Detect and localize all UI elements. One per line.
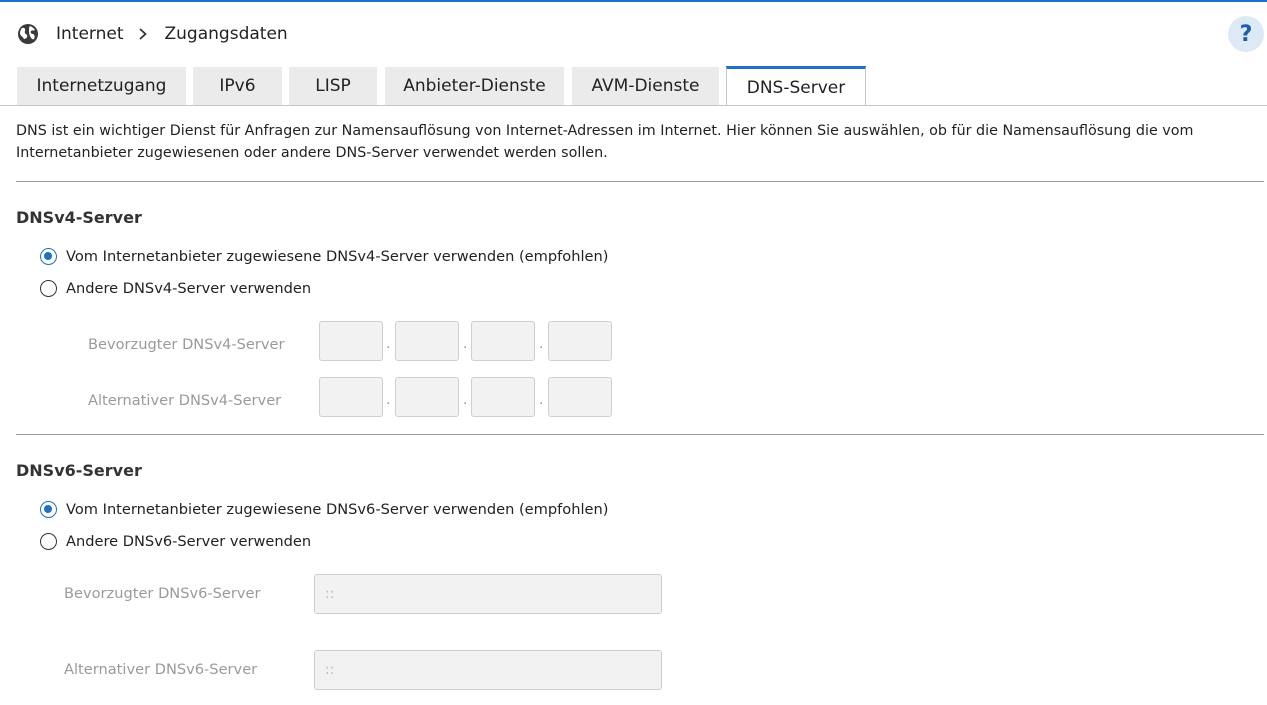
tab-underline bbox=[0, 105, 1267, 106]
divider bbox=[16, 434, 1264, 435]
dnsv4-provider-radio[interactable] bbox=[40, 248, 57, 265]
breadcrumb-section[interactable]: Internet bbox=[56, 24, 124, 44]
octet-separator: . bbox=[386, 336, 391, 352]
tab-avm-dienste[interactable]: AVM-Dienste bbox=[572, 67, 719, 105]
top-accent-line bbox=[0, 0, 1267, 2]
divider bbox=[16, 181, 1264, 182]
dnsv6-other-radio[interactable] bbox=[40, 533, 57, 550]
chevron-right-icon bbox=[137, 27, 149, 41]
octet-separator: . bbox=[539, 336, 544, 352]
octet-separator: . bbox=[539, 392, 544, 408]
dnsv4-preferred-octet-4[interactable] bbox=[548, 321, 612, 361]
dnsv6-option-provider[interactable]: Vom Internetanbieter zugewiesene DNSv6-S… bbox=[40, 501, 608, 518]
dnsv6-title: DNSv6-Server bbox=[16, 461, 142, 480]
help-button[interactable]: ? bbox=[1228, 16, 1264, 52]
dnsv6-other-label[interactable]: Andere DNSv6-Server verwenden bbox=[66, 533, 311, 550]
dnsv4-other-radio[interactable] bbox=[40, 280, 57, 297]
dnsv4-option-other[interactable]: Andere DNSv4-Server verwenden bbox=[40, 280, 311, 297]
dnsv4-alternative-octet-4[interactable] bbox=[548, 377, 612, 417]
dnsv4-preferred-octet-1[interactable] bbox=[319, 321, 383, 361]
dnsv4-alternative-label: Alternativer DNSv4-Server bbox=[88, 392, 282, 409]
octet-separator: . bbox=[463, 336, 468, 352]
tab-dns-server[interactable]: DNS-Server bbox=[726, 66, 866, 106]
dnsv4-other-label[interactable]: Andere DNSv4-Server verwenden bbox=[66, 280, 311, 297]
intro-text: DNS ist ein wichtiger Dienst für Anfrage… bbox=[16, 123, 1194, 161]
dnsv6-option-other[interactable]: Andere DNSv6-Server verwenden bbox=[40, 533, 311, 550]
dnsv4-provider-label[interactable]: Vom Internetanbieter zugewiesene DNSv4-S… bbox=[66, 248, 608, 265]
breadcrumb-page: Zugangsdaten bbox=[164, 24, 288, 44]
dnsv4-preferred-label: Bevorzugter DNSv4-Server bbox=[88, 336, 285, 353]
octet-separator: . bbox=[463, 392, 468, 408]
breadcrumb: Internet Zugangsdaten bbox=[17, 22, 288, 46]
dnsv4-preferred-octet-3[interactable] bbox=[471, 321, 535, 361]
dnsv4-alternative-octet-2[interactable] bbox=[395, 377, 459, 417]
tab-ipv6[interactable]: IPv6 bbox=[193, 67, 282, 105]
globe-icon bbox=[17, 23, 39, 45]
tab-anbieter-dienste[interactable]: Anbieter-Dienste bbox=[385, 67, 564, 105]
dnsv6-preferred-label: Bevorzugter DNSv6-Server bbox=[64, 585, 261, 602]
dnsv4-title: DNSv4-Server bbox=[16, 208, 142, 227]
octet-separator: . bbox=[386, 392, 391, 408]
dnsv6-preferred-input[interactable] bbox=[314, 574, 662, 614]
dnsv4-alternative-octet-1[interactable] bbox=[319, 377, 383, 417]
dnsv6-provider-radio[interactable] bbox=[40, 501, 57, 518]
dnsv4-option-provider[interactable]: Vom Internetanbieter zugewiesene DNSv4-S… bbox=[40, 248, 608, 265]
tab-lisp[interactable]: LISP bbox=[289, 67, 377, 105]
dnsv6-alternative-label: Alternativer DNSv6-Server bbox=[64, 661, 258, 678]
dnsv4-alternative-octet-3[interactable] bbox=[471, 377, 535, 417]
dnsv6-provider-label[interactable]: Vom Internetanbieter zugewiesene DNSv6-S… bbox=[66, 501, 608, 518]
tab-internetzugang[interactable]: Internetzugang bbox=[17, 67, 186, 105]
dnsv4-preferred-octet-2[interactable] bbox=[395, 321, 459, 361]
dnsv6-alternative-input[interactable] bbox=[314, 650, 662, 690]
